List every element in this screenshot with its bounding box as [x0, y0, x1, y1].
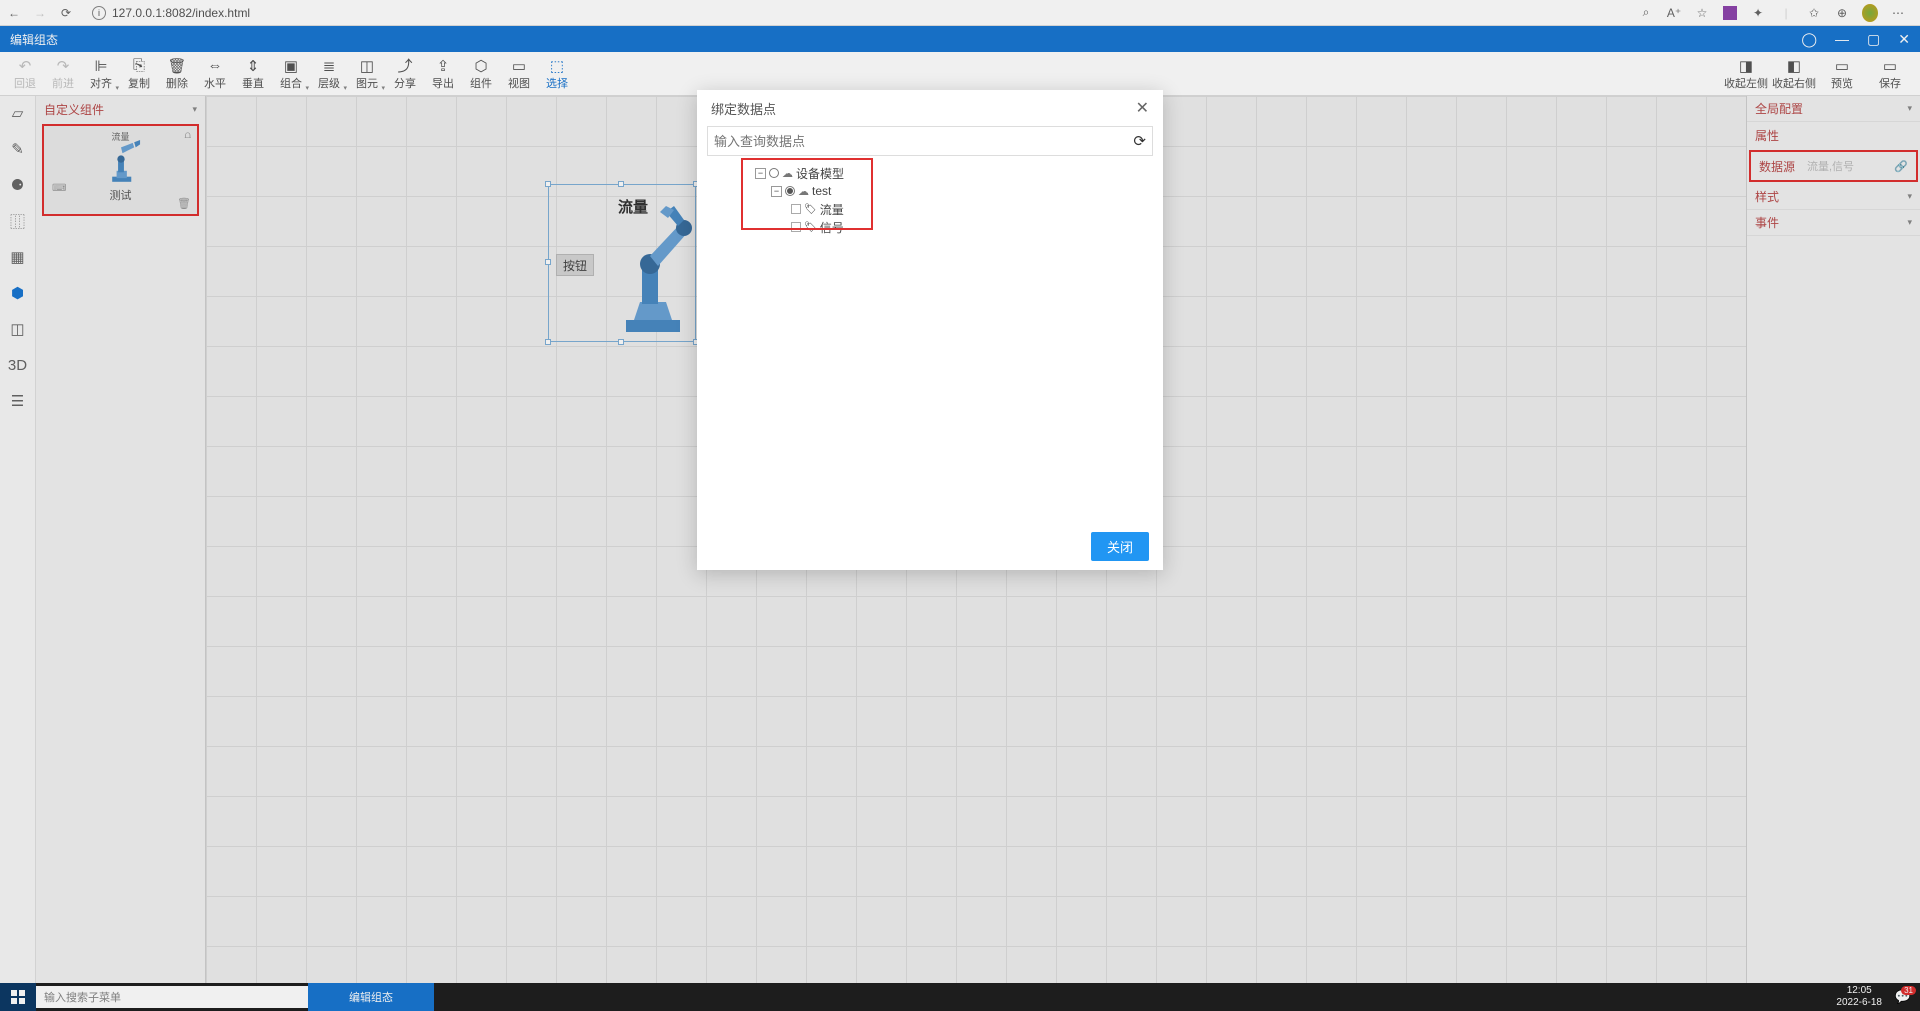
modal-overlay: 绑定数据点 ✕ ⟳ − ☁ 设备模型 − ☁ test 🏷	[0, 0, 1920, 1011]
tree-area: − ☁ 设备模型 − ☁ test 🏷 流量 🏷 信号	[697, 156, 1163, 522]
close-icon[interactable]: ✕	[1136, 98, 1149, 118]
collapse-icon[interactable]: −	[755, 168, 766, 179]
checkbox-icon[interactable]	[791, 204, 801, 214]
dialog-search: ⟳	[707, 126, 1153, 156]
search-input[interactable]	[714, 134, 1133, 149]
tree-root[interactable]: − ☁ 设备模型	[755, 164, 1149, 182]
tree-leaf-flow[interactable]: 🏷 流量	[791, 200, 1149, 218]
tree-leaf-label: 信号	[820, 219, 844, 236]
cloud-icon: ☁	[798, 185, 809, 198]
tree-leaf-label: 流量	[820, 201, 844, 218]
tree-root-label: 设备模型	[796, 165, 844, 182]
radio-icon[interactable]	[785, 186, 795, 196]
tree-leaf-signal[interactable]: 🏷 信号	[791, 218, 1149, 236]
bind-datapoint-dialog: 绑定数据点 ✕ ⟳ − ☁ 设备模型 − ☁ test 🏷	[697, 90, 1163, 570]
tree-node-test[interactable]: − ☁ test	[771, 182, 1149, 200]
dialog-header: 绑定数据点 ✕	[697, 90, 1163, 126]
checkbox-icon[interactable]	[791, 222, 801, 232]
refresh-icon[interactable]: ⟳	[1133, 132, 1146, 150]
collapse-icon[interactable]: −	[771, 186, 782, 197]
tree-node-label: test	[812, 184, 831, 198]
dialog-title: 绑定数据点	[711, 99, 776, 118]
dialog-footer: 关闭	[697, 522, 1163, 570]
tag-icon: 🏷	[804, 222, 817, 233]
close-button[interactable]: 关闭	[1091, 532, 1149, 561]
cloud-icon: ☁	[782, 167, 793, 180]
tag-icon: 🏷	[804, 204, 817, 215]
radio-icon[interactable]	[769, 168, 779, 178]
